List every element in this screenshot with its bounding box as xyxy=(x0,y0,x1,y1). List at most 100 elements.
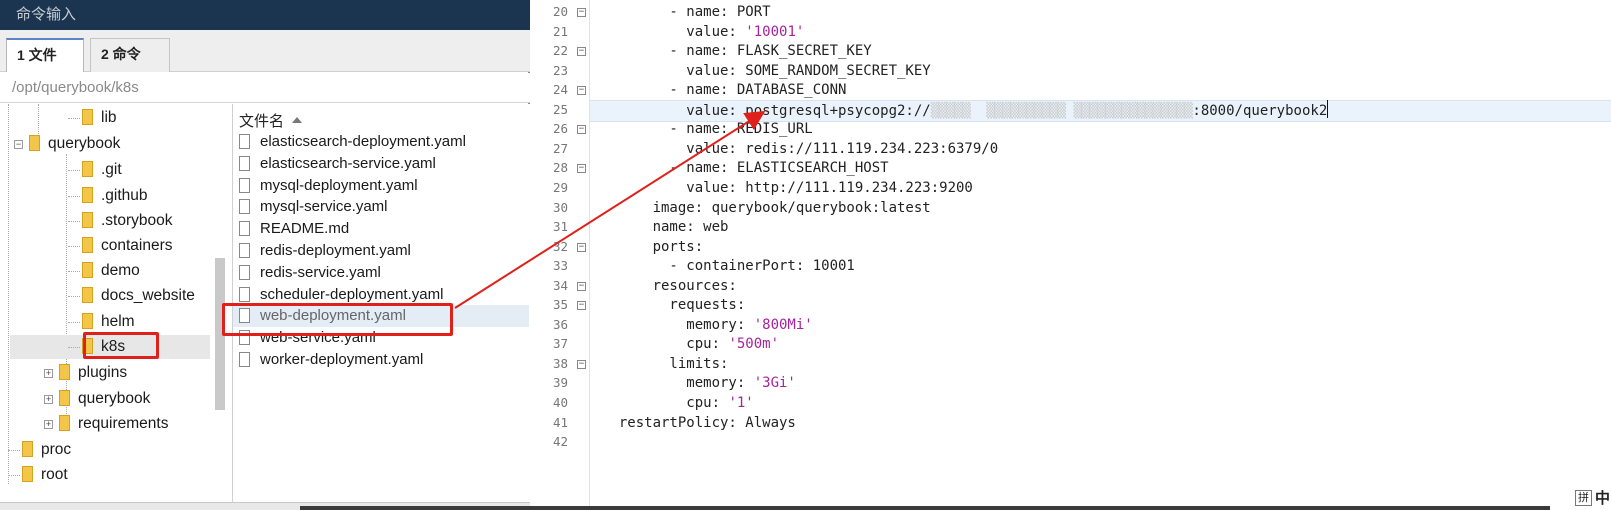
folder-icon xyxy=(29,135,40,151)
file-row[interactable]: mysql-deployment.yaml xyxy=(233,175,529,197)
collapse-icon[interactable]: − xyxy=(14,140,23,149)
line-number: 29 xyxy=(552,179,568,195)
tree-guide-line xyxy=(8,104,9,484)
line-number: 31 xyxy=(552,219,568,235)
folder-icon xyxy=(82,237,93,253)
file-row[interactable]: mysql-service.yaml xyxy=(233,196,529,218)
folder-icon xyxy=(82,287,93,303)
tree-item-label: containers xyxy=(101,237,173,254)
folder-icon xyxy=(59,415,70,431)
fold-toggle-icon[interactable]: − xyxy=(577,301,586,311)
code-text: resources: xyxy=(602,277,737,294)
code-text: requests: xyxy=(602,297,746,314)
expand-icon[interactable]: + xyxy=(44,395,53,404)
fold-toggle-icon[interactable]: − xyxy=(577,359,586,369)
code-text: - containerPort: 10001 xyxy=(602,258,855,275)
file-icon xyxy=(239,264,250,280)
file-icon xyxy=(239,286,250,302)
folder-icon xyxy=(82,313,93,329)
file-row[interactable]: redis-service.yaml xyxy=(233,262,529,284)
fold-toggle-icon[interactable]: − xyxy=(577,8,586,17)
fold-toggle-icon[interactable]: − xyxy=(577,164,586,174)
tree-item-lib[interactable]: lib xyxy=(68,106,117,130)
folder-icon xyxy=(22,441,33,457)
tree-item-plugins[interactable]: + plugins xyxy=(44,361,127,385)
sort-ascending-icon xyxy=(292,117,303,123)
column-header-label: 文件名 xyxy=(239,113,285,130)
code-line: - name: FLASK_SECRET_KEY xyxy=(602,41,872,61)
line-number: 35 xyxy=(552,297,568,313)
tree-item-label: querybook xyxy=(78,390,151,407)
code-line: - name: PORT xyxy=(602,2,770,22)
file-name: redis-deployment.yaml xyxy=(260,242,411,259)
fold-toggle-icon[interactable]: − xyxy=(577,47,586,57)
file-name: worker-deployment.yaml xyxy=(260,351,424,368)
code-line: requests: xyxy=(602,295,745,315)
fold-margin: − − − − − − − − − xyxy=(568,0,590,510)
tree-item-querybook[interactable]: + querybook xyxy=(44,387,150,411)
expand-icon[interactable]: + xyxy=(44,369,53,378)
tree-item-requirements[interactable]: + requirements xyxy=(44,412,168,436)
file-icon xyxy=(239,352,250,367)
tree-item-docs_website[interactable]: docs_website xyxy=(68,284,195,308)
line-number: 40 xyxy=(552,395,568,410)
code-text: name: web xyxy=(602,219,729,236)
tab-files[interactable]: 1 文件 xyxy=(6,38,84,72)
file-row[interactable]: README.md xyxy=(233,218,529,240)
file-name: redis-service.yaml xyxy=(260,263,381,281)
file-name: scheduler-deployment.yaml xyxy=(260,285,444,303)
code-text: - name: ELASTICSEARCH_HOST xyxy=(602,160,889,177)
tree-guide-line xyxy=(68,347,80,348)
code-line: limits: xyxy=(602,354,728,374)
code-line: name: web xyxy=(602,217,729,237)
folder-icon xyxy=(82,187,93,203)
tree-item-proc[interactable]: proc xyxy=(8,438,71,462)
line-number: 33 xyxy=(552,258,568,274)
tree-item-root[interactable]: root xyxy=(8,463,68,487)
fold-toggle-icon[interactable]: − xyxy=(577,125,586,135)
tree-item-dot-github[interactable]: .github xyxy=(68,184,148,208)
code-line: value: '10001' xyxy=(602,22,804,42)
fold-toggle-icon[interactable]: − xyxy=(577,242,586,252)
file-row[interactable]: elasticsearch-service.yaml xyxy=(233,153,529,175)
folder-icon xyxy=(82,262,93,278)
tree-item-helm[interactable]: helm xyxy=(68,310,135,334)
file-icon xyxy=(239,134,250,149)
tree-item-containers[interactable]: containers xyxy=(68,234,173,258)
code-text: - name: FLASK_SECRET_KEY xyxy=(602,43,872,60)
code-text: - name: DATABASE_CONN xyxy=(602,82,847,99)
ime-indicator[interactable]: 拼中 xyxy=(1575,487,1611,510)
code-editor[interactable]: 20 21 22 23 24 25 26 27 28 29 30 31 32 33 34 35 36 37 38 39… xyxy=(532,0,1611,510)
path-field[interactable]: /opt/querybook/k8s xyxy=(0,73,530,103)
code-text: ports: xyxy=(602,238,704,255)
tree-item-label: helm xyxy=(101,313,135,330)
code-line: value: http://111.119.234.223:9200 xyxy=(602,178,973,198)
tree-guide-line xyxy=(68,118,80,119)
tree-guide-line xyxy=(8,450,20,451)
file-icon xyxy=(239,155,250,171)
tree-item-label: .storybook xyxy=(101,212,173,229)
file-icon xyxy=(239,243,250,258)
tree-item-dot-storybook[interactable]: .storybook xyxy=(68,209,173,233)
fold-toggle-icon[interactable]: − xyxy=(577,281,586,291)
code-text: cpu: xyxy=(602,395,729,411)
file-row[interactable]: worker-deployment.yaml xyxy=(233,349,529,371)
code-line: - name: ELASTICSEARCH_HOST xyxy=(602,158,889,178)
tree-item-demo[interactable]: demo xyxy=(68,259,140,283)
tab-commands[interactable]: 2 命令 xyxy=(90,38,170,72)
tree-item-dot-git[interactable]: .git xyxy=(68,158,122,182)
expand-icon[interactable]: + xyxy=(44,420,53,429)
file-icon xyxy=(239,221,250,237)
code-text: memory: xyxy=(602,316,754,333)
file-row[interactable]: elasticsearch-deployment.yaml xyxy=(233,131,529,153)
line-number-gutter: 20 21 22 23 24 25 26 27 28 29 30 31 32 33 34 35 36 37 38 39… xyxy=(532,0,568,510)
tree-item-label: docs_website xyxy=(101,287,195,304)
folder-icon xyxy=(59,390,70,406)
folder-tree[interactable]: lib − querybook .git .github .storybook contai… xyxy=(0,104,215,502)
line-number: 28 xyxy=(552,160,568,176)
fold-toggle-icon[interactable]: − xyxy=(577,86,586,96)
code-line: ports: xyxy=(602,237,704,257)
file-row[interactable]: redis-deployment.yaml xyxy=(233,240,529,262)
tree-item-querybook[interactable]: − querybook xyxy=(14,132,120,156)
code-line: - containerPort: 10001 xyxy=(602,256,855,276)
